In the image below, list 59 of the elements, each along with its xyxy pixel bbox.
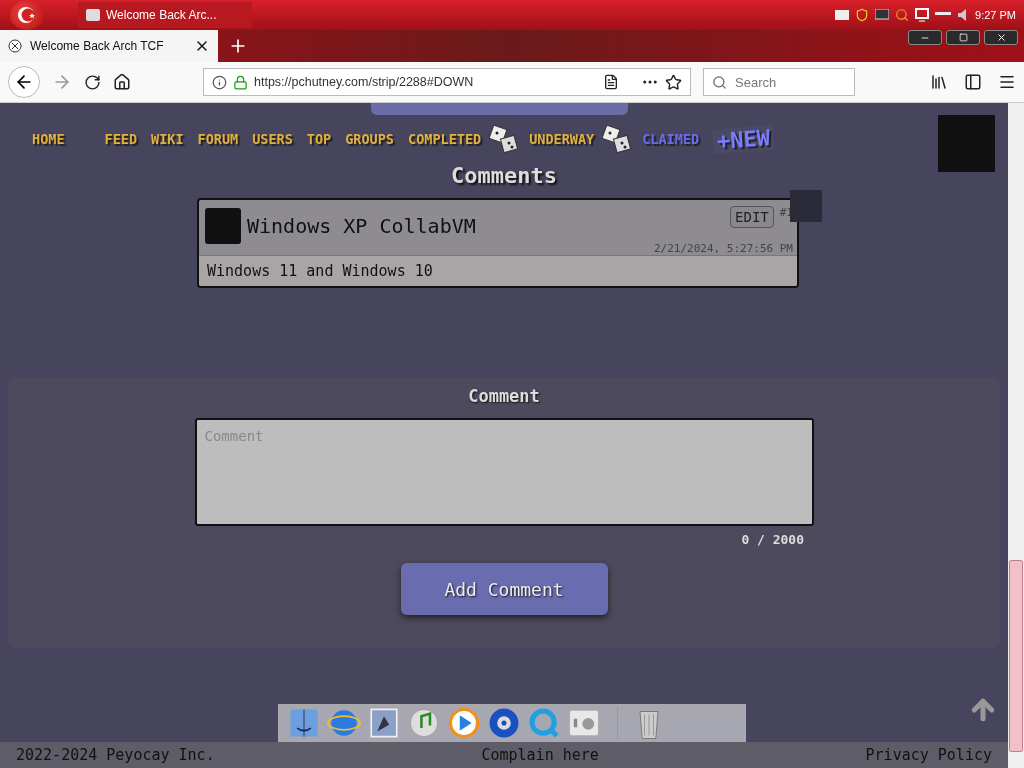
scrollbar[interactable] — [1008, 103, 1024, 768]
close-window-button[interactable] — [984, 30, 1018, 45]
tab-favicon-icon — [8, 39, 22, 53]
shield-icon — [855, 8, 870, 22]
close-icon — [995, 32, 1007, 43]
minimize-button[interactable] — [908, 30, 942, 45]
sidebar-icon[interactable] — [964, 73, 982, 91]
nav-link[interactable]: USERS — [252, 131, 293, 147]
lock-icon — [233, 74, 248, 90]
add-comment-button[interactable]: Add Comment — [400, 563, 608, 615]
character-counter: 0 / 2000 — [741, 532, 804, 547]
search-field[interactable]: Search — [703, 68, 855, 96]
url-text: https://pchutney.com/strip/2288#DOWN — [254, 75, 475, 89]
menu-icon[interactable] — [998, 73, 1016, 91]
home-icon[interactable] — [113, 73, 131, 91]
comment-body: Windows 11 and Windows 10 — [199, 255, 797, 286]
tab-title: Welcome Back Arch TCF — [30, 39, 165, 53]
complain-link[interactable]: Complain here — [481, 746, 599, 764]
image-placeholder — [790, 190, 822, 222]
edit-button[interactable]: EDIT — [730, 206, 774, 228]
bar-icon — [935, 12, 952, 18]
copyright-text: 2022-2024 Peyocay Inc. — [16, 746, 215, 764]
nav-link[interactable]: GROUPS — [345, 131, 394, 147]
comment-timestamp: 2/21/2024, 5:27:56 PM — [653, 242, 793, 255]
monitor-icon — [875, 9, 890, 21]
nav-link[interactable]: +NEW — [712, 124, 775, 154]
clock: 9:27 PM — [975, 9, 1016, 21]
reader-view-icon[interactable] — [603, 74, 619, 90]
nav-link[interactable]: FEED — [104, 131, 138, 147]
reload-icon[interactable] — [84, 73, 101, 91]
search-icon — [712, 74, 727, 90]
keyboard-icon — [835, 10, 850, 20]
comments-heading: Comments — [450, 163, 558, 188]
form-heading: Comment — [468, 386, 540, 406]
nav-link[interactable]: TOP — [306, 131, 332, 147]
taskbar-window-button[interactable]: Welcome Back Arc... — [78, 2, 252, 28]
nav-link[interactable]: WIKI — [151, 131, 184, 147]
maximize-button[interactable] — [946, 30, 980, 45]
maximize-icon — [958, 33, 968, 42]
back-button[interactable] — [8, 66, 40, 98]
magnifier-icon — [895, 8, 910, 22]
info-icon — [212, 74, 227, 90]
avatar — [205, 208, 241, 244]
window-app-icon — [86, 9, 100, 21]
comment-title: Windows XP CollabVM — [247, 214, 477, 238]
star-icon[interactable] — [665, 73, 682, 91]
library-icon[interactable] — [930, 73, 948, 91]
play-icon[interactable] — [447, 706, 481, 740]
privacy-link[interactable]: Privacy Policy — [865, 746, 992, 764]
nav-link[interactable]: COMPLETED — [408, 131, 482, 147]
nav-link[interactable]: UNDERWAY — [529, 131, 595, 147]
film-disc-icon[interactable] — [487, 706, 521, 740]
browser-tab[interactable]: Welcome Back Arch TCF — [0, 30, 218, 62]
address-bar[interactable]: https://pchutney.com/strip/2288#DOWN — [203, 68, 691, 96]
nav-link[interactable]: FORUM — [197, 131, 239, 147]
nav-link[interactable]: HOME — [32, 131, 65, 147]
image-placeholder — [938, 115, 995, 172]
screen-icon — [915, 8, 930, 22]
crescent-star-logo-icon[interactable] — [10, 0, 44, 30]
